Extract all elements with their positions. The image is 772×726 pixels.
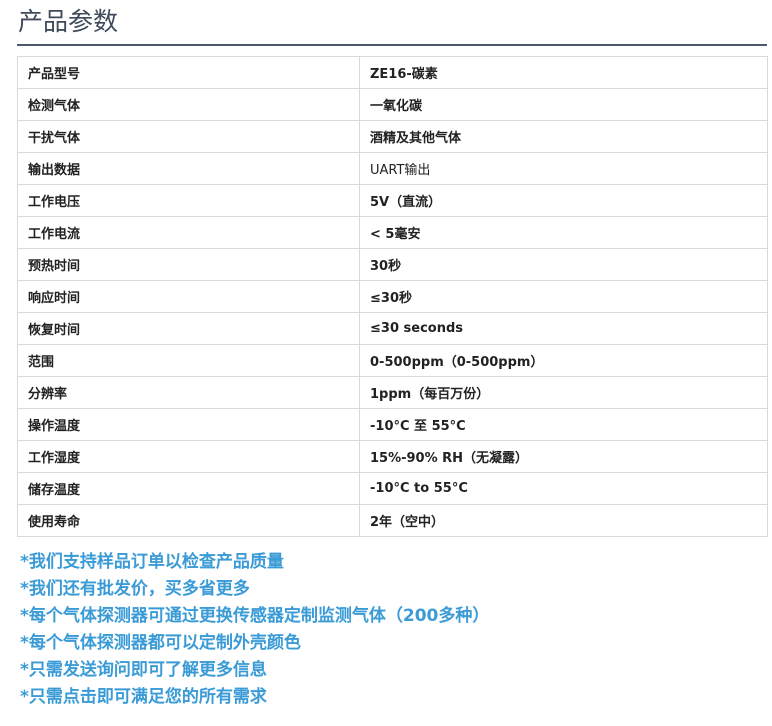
param-value: ≤30 seconds [359,312,768,345]
param-name: 使用寿命 [17,504,360,537]
param-value: 30秒 [359,248,768,281]
param-value: 一氧化碳 [359,88,768,121]
params-table: 产品型号 ZE16-碳素 检测气体 一氧化碳 干扰气体 酒精及其他气体 输出数据… [17,56,768,537]
param-value: 0-500ppm（0-500ppm） [359,344,768,377]
table-row: 储存温度 -10°C to 55°C [17,472,768,505]
table-row: 工作电压 5V（直流） [17,184,768,217]
note-item: *每个气体探测器都可以定制外壳颜色 [20,633,301,653]
param-name: 工作电压 [17,184,360,217]
param-value: ≤30秒 [359,280,768,313]
param-name: 输出数据 [17,152,360,185]
param-name: 恢复时间 [17,312,360,345]
param-value: < 5毫安 [359,216,768,249]
param-value: 15%-90% RH（无凝露） [359,440,768,473]
table-row: 产品型号 ZE16-碳素 [17,56,768,89]
table-row: 恢复时间 ≤30 seconds [17,312,768,345]
param-name: 工作电流 [17,216,360,249]
param-name: 响应时间 [17,280,360,313]
section-title: 产品参数 [18,7,119,36]
param-name: 工作湿度 [17,440,360,473]
table-row: 干扰气体 酒精及其他气体 [17,120,768,153]
param-value: 5V（直流） [359,184,768,217]
table-row: 操作温度 -10°C 至 55°C [17,408,768,441]
table-row: 响应时间 ≤30秒 [17,280,768,313]
param-value: 酒精及其他气体 [359,120,768,153]
param-value: ZE16-碳素 [359,56,768,89]
param-name: 干扰气体 [17,120,360,153]
table-row: 工作湿度 15%-90% RH（无凝露） [17,440,768,473]
table-row: 使用寿命 2年（空中） [17,504,768,537]
param-name: 产品型号 [17,56,360,89]
param-name: 操作温度 [17,408,360,441]
param-name: 范围 [17,344,360,377]
param-name: 检测气体 [17,88,360,121]
note-item: *我们支持样品订单以检查产品质量 [20,552,284,572]
note-item: *每个气体探测器可通过更换传感器定制监测气体（200多种） [20,606,490,626]
note-item: *只需发送询问即可了解更多信息 [20,660,267,680]
param-value: -10°C 至 55°C [359,408,768,441]
note-item: *只需点击即可满足您的所有需求 [20,687,267,707]
notes-list: *我们支持样品订单以检查产品质量 *我们还有批发价，买多省更多 *每个气体探测器… [20,549,489,711]
table-row: 分辨率 1ppm（每百万份） [17,376,768,409]
param-value: 2年（空中） [359,504,768,537]
table-row: 范围 0-500ppm（0-500ppm） [17,344,768,377]
table-row: 检测气体 一氧化碳 [17,88,768,121]
note-item: *我们还有批发价，买多省更多 [20,579,250,599]
param-value: UART输出 [359,152,768,185]
param-value: 1ppm（每百万份） [359,376,768,409]
title-divider [17,44,767,46]
table-row: 工作电流 < 5毫安 [17,216,768,249]
param-name: 分辨率 [17,376,360,409]
param-name: 储存温度 [17,472,360,505]
table-row: 输出数据 UART输出 [17,152,768,185]
param-name: 预热时间 [17,248,360,281]
param-value: -10°C to 55°C [359,472,768,505]
table-row: 预热时间 30秒 [17,248,768,281]
